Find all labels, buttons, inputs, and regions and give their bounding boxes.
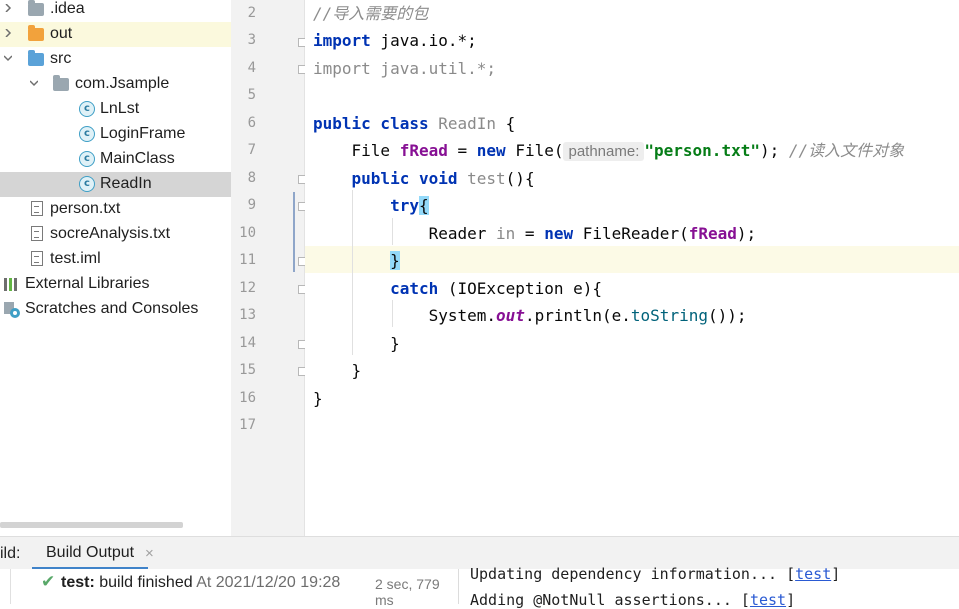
line-number: 9 [247,197,256,213]
change-marker [293,192,295,272]
chevron-right-icon[interactable] [4,4,12,12]
code-line-6: public class ReadIn { [313,114,516,133]
line-number: 8 [247,170,256,186]
code-line-13: System.out.println(e.toString()); [313,306,747,325]
tree-item-out[interactable]: out [0,22,231,47]
code-line-2: //导入需要的包 [313,4,429,23]
code-line-10: Reader in = new FileReader(fRead); [313,224,757,243]
class-icon: c [79,126,95,142]
folder-icon [28,50,44,66]
chevron-right-icon[interactable] [4,29,12,37]
line-number: 5 [247,87,256,103]
line-number: 11 [239,252,256,268]
code-line-11: } [390,251,400,270]
line-number: 16 [239,390,256,406]
text-file-icon [31,226,43,241]
line-number: 4 [247,60,256,76]
code-line-12: catch (IOException e){ [390,279,602,298]
tree-item-readin[interactable]: c ReadIn [0,172,231,197]
scratches-icon [4,302,20,318]
line-number: 7 [247,142,256,158]
line-number: 14 [239,335,256,351]
tree-item-external-libraries[interactable]: External Libraries [0,272,231,297]
tree-item-scratches[interactable]: Scratches and Consoles [0,297,231,322]
project-tree: .idea out src com.Jsample c LnLst c Logi… [0,0,231,536]
line-number: 12 [239,280,256,296]
code-line-14: } [313,334,400,353]
package-icon [53,75,69,91]
tab-build-output[interactable]: Build Output [32,537,149,570]
build-tree: ✔ test: build finished At 2021/12/20 19:… [10,569,459,608]
iml-file-icon [31,251,43,266]
tree-item-loginframe[interactable]: c LoginFrame [0,122,231,147]
libraries-icon [4,278,17,291]
parameter-hint: pathname: [563,142,645,161]
check-icon: ✔ [41,572,56,591]
line-number: 6 [247,115,256,131]
build-duration: 2 sec, 779 ms [375,576,440,608]
tree-item-src[interactable]: src [0,47,231,72]
class-icon: c [79,176,95,192]
line-number: 17 [239,417,256,433]
code-line-4: import java.util.*; [313,59,497,78]
code-line-7: File fRead = new File(pathname: "person.t… [313,141,905,161]
line-number: 15 [239,362,256,378]
chevron-down-icon[interactable] [30,79,38,87]
class-icon: c [79,151,95,167]
tree-item-idea[interactable]: .idea [0,0,231,22]
chevron-down-icon[interactable] [4,54,12,62]
tree-item-mainclass[interactable]: c MainClass [0,147,231,172]
tree-item-test-iml[interactable]: test.iml [0,247,231,272]
code-line-9: try{ [390,196,429,215]
line-number: 3 [247,32,256,48]
tree-item-package[interactable]: com.Jsample [0,72,231,97]
tree-item-lnlst[interactable]: c LnLst [0,97,231,122]
console-link-test[interactable]: test [795,565,831,583]
line-number: 2 [247,5,256,21]
folder-icon [28,0,44,16]
text-file-icon [31,201,43,216]
code-line-16: } [313,389,323,408]
caret-line-highlight [305,246,959,273]
tree-item-person-txt[interactable]: person.txt [0,197,231,222]
line-number: 13 [239,307,256,323]
console-link-test[interactable]: test [750,591,786,609]
code-line-3: import java.io.*; [313,31,477,50]
close-icon[interactable]: × [145,545,154,562]
console-line: Updating dependency information... [test… [470,565,841,583]
line-number: 10 [239,225,256,241]
code-line-15: } [313,361,362,380]
folder-icon [28,25,44,41]
tree-item-socreanalysis-txt[interactable]: socreAnalysis.txt [0,222,231,247]
class-icon: c [79,101,95,117]
build-status-row[interactable]: test: build finished At 2021/12/20 19:28 [61,574,340,592]
horizontal-scrollbar[interactable] [0,522,183,528]
build-window-title: ild: [0,545,21,562]
console-line: Adding @NotNull assertions... [test] [470,591,796,609]
code-line-8: public void test(){ [351,169,535,188]
